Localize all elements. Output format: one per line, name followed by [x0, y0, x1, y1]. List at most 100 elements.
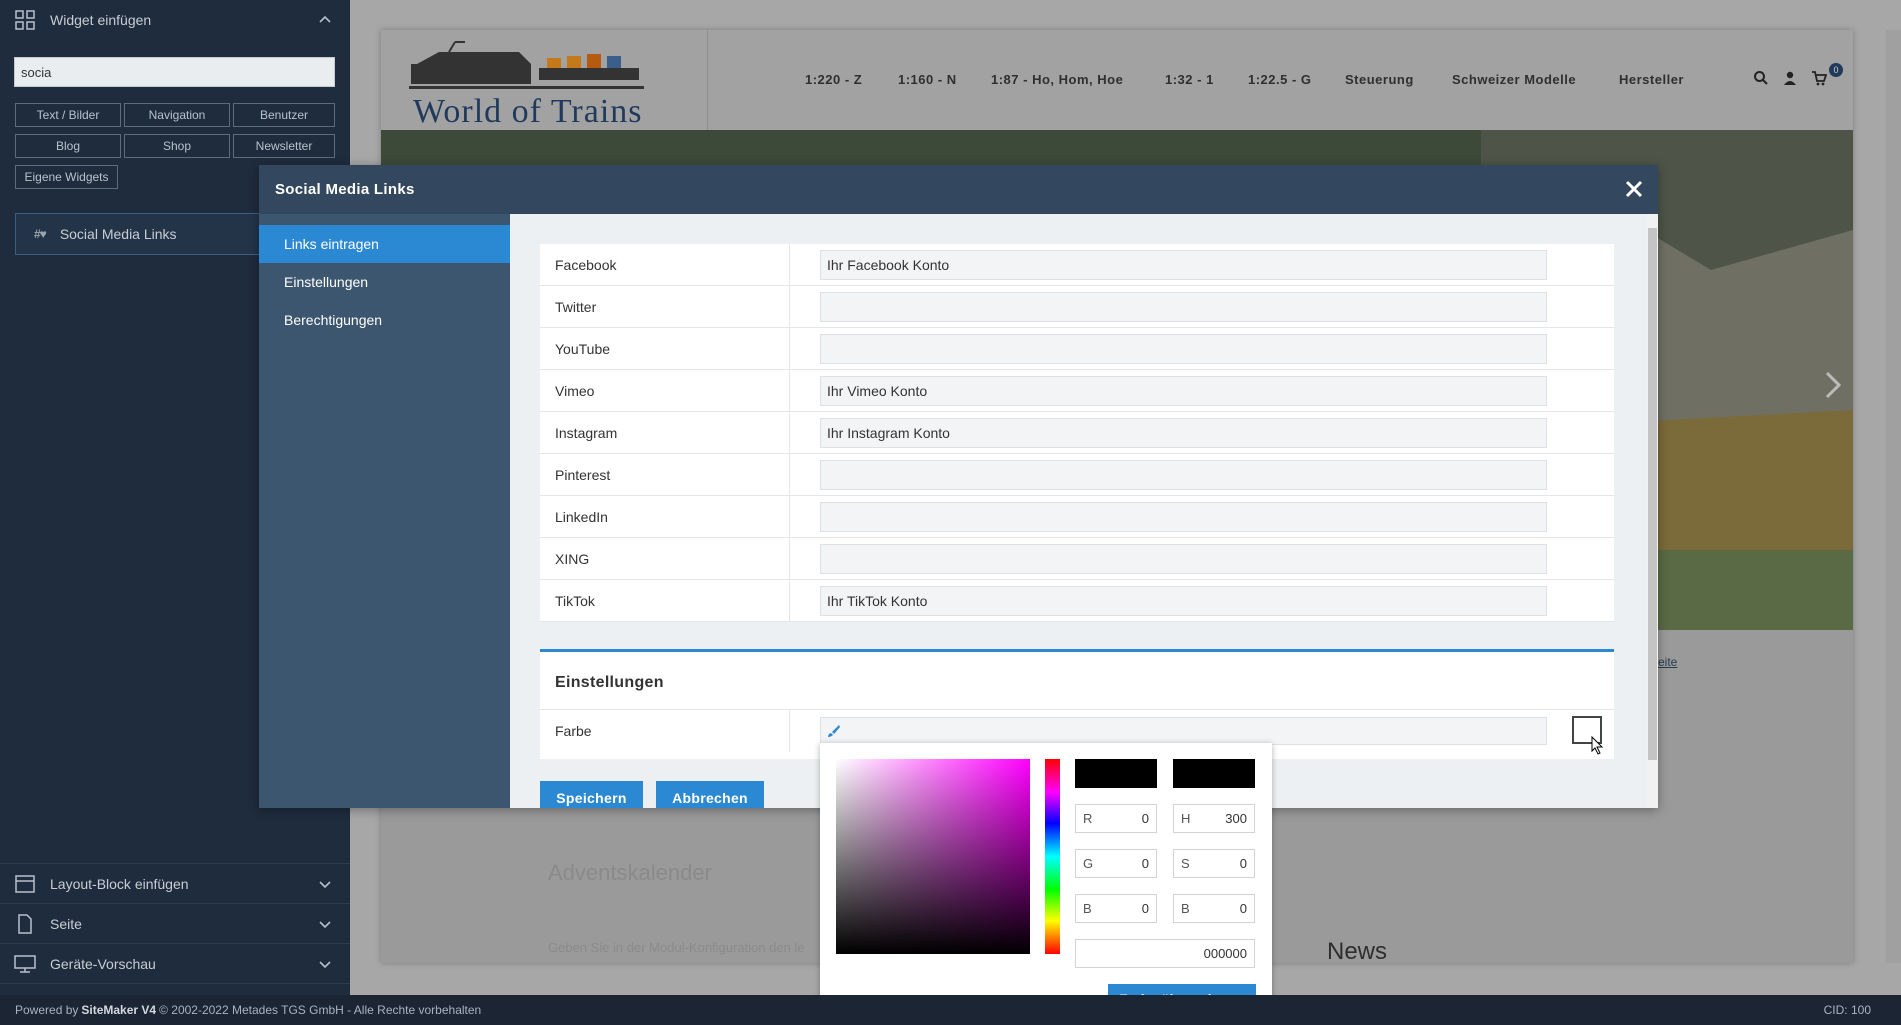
nav-item-220-z[interactable]: 1:220 - Z [805, 72, 862, 87]
green-label: G [1083, 856, 1094, 871]
new-color-preview [1173, 759, 1255, 788]
site-header: World of Trains 1:220 - Z 1:160 - N 1:87… [381, 30, 1853, 130]
brightness-input[interactable]: B 0 [1173, 894, 1255, 923]
cursor-icon [1591, 735, 1605, 759]
footer-bar: Powered by SiteMaker V4 © 2002-2022 Meta… [0, 995, 1901, 1025]
settings-title: Einstellungen [555, 674, 664, 691]
vimeo-input[interactable] [820, 376, 1547, 406]
site-logo-text: World of Trains [413, 93, 643, 130]
instagram-input[interactable] [820, 418, 1547, 448]
cart-icon[interactable] [1811, 70, 1828, 86]
links-form: Facebook Twitter YouTube Vimeo Instagram… [540, 243, 1614, 622]
form-row-pinterest: Pinterest [540, 453, 1614, 496]
color-field[interactable] [820, 717, 1547, 745]
nav-item-87-ho[interactable]: 1:87 - Ho, Hom, Hoe [991, 72, 1123, 87]
widget-insert-header[interactable]: Widget einfügen [0, 0, 350, 40]
nav-item-hersteller[interactable]: Hersteller [1619, 72, 1684, 87]
red-input[interactable]: R 0 [1075, 804, 1157, 833]
green-value: 0 [1141, 856, 1149, 871]
tab-links-eintragen[interactable]: Links eintragen [259, 225, 510, 263]
nav-item-32-1[interactable]: 1:32 - 1 [1165, 72, 1214, 87]
page-icon [14, 913, 36, 935]
youtube-input[interactable] [820, 334, 1547, 364]
grid-icon [14, 9, 36, 31]
page-label: Seite [50, 916, 82, 932]
slider-next-arrow-icon[interactable] [1821, 365, 1845, 405]
category-blog-button[interactable]: Blog [15, 134, 121, 158]
twitter-input[interactable] [820, 292, 1547, 322]
chevron-down-icon [318, 877, 332, 891]
nav-item-schweizer-modelle[interactable]: Schweizer Modelle [1452, 72, 1576, 87]
category-newsletter-button[interactable]: Newsletter [233, 134, 335, 158]
widget-result-label: Social Media Links [59, 226, 177, 242]
brightness-label: B [1181, 901, 1190, 916]
widget-insert-label: Widget einfügen [50, 12, 152, 28]
hue-slider[interactable] [1045, 759, 1060, 954]
tiktok-label: TikTok [540, 579, 790, 622]
blue-value: 0 [1141, 901, 1149, 916]
layout-block-header[interactable]: Layout-Block einfügen [0, 864, 350, 904]
nav-item-160-n[interactable]: 1:160 - N [898, 72, 957, 87]
category-users-button[interactable]: Benutzer [233, 103, 335, 127]
hue-value: 300 [1225, 811, 1247, 826]
preview-scrollbar[interactable] [1886, 30, 1901, 963]
blue-label: B [1083, 901, 1092, 916]
train-logo-icon [409, 41, 644, 89]
form-row-linkedin: LinkedIn [540, 495, 1614, 538]
vimeo-label: Vimeo [540, 369, 790, 412]
layout-block-label: Layout-Block einfügen [50, 876, 189, 892]
dialog-body: Facebook Twitter YouTube Vimeo Instagram… [510, 214, 1658, 808]
cancel-button[interactable]: Abbrechen [656, 781, 764, 808]
nav-item-steuerung[interactable]: Steuerung [1345, 72, 1414, 87]
cid-text: CID: 100 [1823, 1003, 1871, 1017]
pinterest-input[interactable] [820, 460, 1547, 490]
xing-input[interactable] [820, 544, 1547, 574]
widget-search-input[interactable] [14, 57, 335, 87]
divider [0, 983, 350, 984]
color-label: Farbe [540, 710, 790, 752]
category-navigation-button[interactable]: Navigation [124, 103, 230, 127]
category-shop-button[interactable]: Shop [124, 134, 230, 158]
search-icon[interactable] [1753, 70, 1769, 86]
category-custom-widgets-button[interactable]: Eigene Widgets [15, 165, 118, 189]
dialog-scrollbar[interactable] [1647, 214, 1658, 808]
form-row-vimeo: Vimeo [540, 369, 1614, 412]
form-row-xing: XING [540, 537, 1614, 580]
brand-text: SiteMaker V4 [81, 1003, 157, 1017]
form-row-youtube: YouTube [540, 327, 1614, 370]
saturation-value-area[interactable] [836, 759, 1030, 954]
category-text-images-button[interactable]: Text / Bilder [15, 103, 121, 127]
device-preview-header[interactable]: Geräte-Vorschau [0, 944, 350, 984]
scrollbar-thumb[interactable] [1648, 228, 1657, 760]
linkedin-input[interactable] [820, 502, 1547, 532]
form-row-twitter: Twitter [540, 285, 1614, 328]
social-media-links-dialog: Social Media Links Links eintragen Einst… [259, 165, 1658, 808]
color-picker-popup: R 0 H 300 G 0 S 0 B 0 B 0 000000 Farbe ü… [820, 743, 1272, 1025]
save-button[interactable]: Speichern [540, 781, 643, 808]
blue-input[interactable]: B 0 [1075, 894, 1157, 923]
youtube-label: YouTube [540, 327, 790, 370]
chevron-down-icon [318, 957, 332, 971]
hex-input[interactable]: 000000 [1075, 939, 1255, 968]
pinterest-label: Pinterest [540, 453, 790, 496]
hue-input[interactable]: H 300 [1173, 804, 1255, 833]
twitter-label: Twitter [540, 285, 790, 328]
close-icon[interactable] [1624, 179, 1644, 199]
tab-einstellungen[interactable]: Einstellungen [259, 263, 510, 301]
dialog-nav: Links eintragen Einstellungen Berechtigu… [259, 214, 510, 808]
form-row-facebook: Facebook [540, 243, 1614, 286]
page-header[interactable]: Seite [0, 904, 350, 944]
tab-berechtigungen[interactable]: Berechtigungen [259, 301, 510, 339]
powered-by-text: Powered by [15, 1003, 79, 1017]
cart-count-badge: 0 [1829, 63, 1843, 77]
tiktok-input[interactable] [820, 586, 1547, 616]
facebook-input[interactable] [820, 250, 1547, 280]
green-input[interactable]: G 0 [1075, 849, 1157, 878]
form-row-tiktok: TikTok [540, 579, 1614, 622]
dialog-title: Social Media Links [275, 181, 415, 198]
nav-item-22-5-g[interactable]: 1:22.5 - G [1248, 72, 1312, 87]
current-color-preview [1075, 759, 1157, 788]
brightness-value: 0 [1239, 901, 1247, 916]
saturation-input[interactable]: S 0 [1173, 849, 1255, 878]
user-icon[interactable] [1782, 70, 1798, 86]
